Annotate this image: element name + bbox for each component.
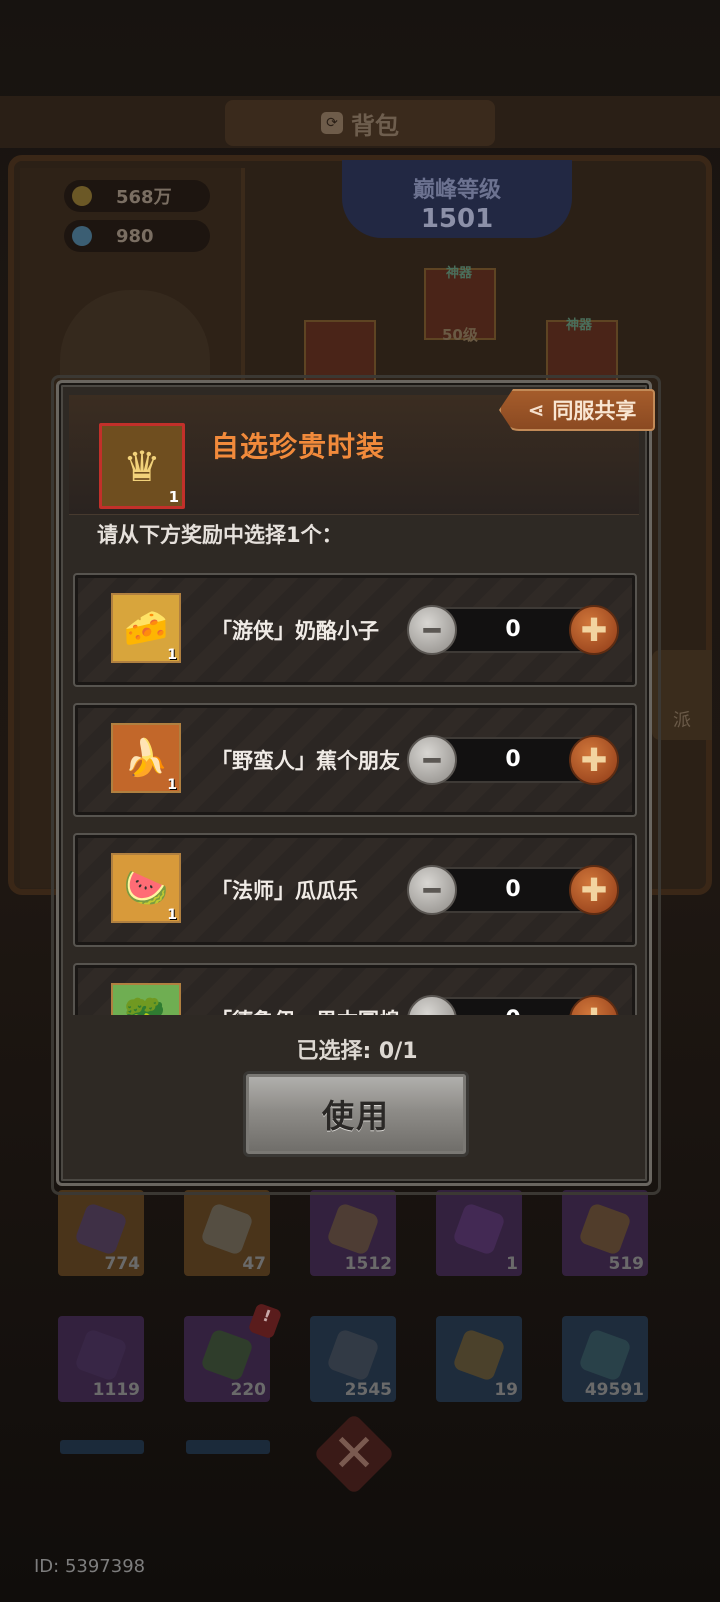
header-icon-qty: 1 — [168, 488, 179, 506]
decrease-button[interactable]: ━ — [407, 735, 457, 785]
reward-list[interactable]: 🧀 1 「游侠」奶酪小子 ━ 0 ✚ 🍌 1 「野蛮人」蕉个朋友 ━ 0 ✚ 🍉… — [69, 569, 641, 1015]
reward-name: 「德鲁伊」果本圆熄 — [211, 1005, 400, 1015]
inventory-slot: 1512 — [310, 1190, 396, 1276]
golden-crest-icon: ♛ 1 — [99, 423, 185, 509]
inventory-slot-partial — [186, 1440, 270, 1454]
increase-button[interactable]: ✚ — [569, 735, 619, 785]
inventory-slot: 2545 — [310, 1316, 396, 1402]
quantity-value: 0 — [505, 877, 521, 902]
share-label: 同服共享 — [552, 399, 637, 423]
background-close-button: ✕ — [312, 1412, 396, 1496]
watermelon-icon: 🍉 1 — [111, 853, 181, 923]
inventory-grid: 774 47 1512 1 519 1119 220! 2545 19 4959… — [58, 1190, 658, 1402]
quantity-stepper: ━ 0 ✚ — [407, 865, 619, 915]
share-icon: ⋖ — [527, 398, 545, 422]
inventory-slot: 47 — [184, 1190, 270, 1276]
side-tab: 派 — [652, 650, 712, 740]
decrease-button[interactable]: ━ — [407, 995, 457, 1015]
backpack-icon: ⟳ — [321, 112, 343, 134]
increase-button[interactable]: ✚ — [569, 995, 619, 1015]
diamond-value: 980 — [116, 225, 154, 247]
quantity-stepper: ━ 0 ✚ — [407, 995, 619, 1015]
reward-name: 「野蛮人」蕉个朋友 — [211, 749, 400, 773]
inventory-slot: 519 — [562, 1190, 648, 1276]
inventory-slot-partial — [60, 1440, 144, 1454]
decrease-button[interactable]: ━ — [407, 605, 457, 655]
inventory-slot: 774 — [58, 1190, 144, 1276]
quantity-value: 0 — [459, 1007, 567, 1015]
dialog-title: 自选珍贵时装 — [211, 430, 386, 463]
banana-friend-icon: 🍌 1 — [111, 723, 181, 793]
reward-row: 🍌 1 「野蛮人」蕉个朋友 ━ 0 ✚ — [73, 703, 637, 817]
reward-row: 🍉 1 「法师」瓜瓜乐 ━ 0 ✚ — [73, 833, 637, 947]
inventory-slot: 1 — [436, 1190, 522, 1276]
inventory-slot: 220! — [184, 1302, 283, 1402]
increase-button[interactable]: ✚ — [569, 865, 619, 915]
equipment-level: 50级 — [442, 326, 478, 344]
reward-name: 「法师」瓜瓜乐 — [211, 879, 358, 903]
instruction-text: 请从下方奖励中选择1个： — [97, 523, 343, 547]
inventory-slot: 49591 — [562, 1316, 648, 1402]
backpack-title-plaque: ⟳ 背包 — [225, 100, 495, 146]
user-id: ID: 5397398 — [34, 1556, 146, 1577]
diamond-icon — [72, 226, 92, 246]
use-button-label: 使用 — [321, 1097, 390, 1135]
selected-count: 已选择: 0/1 — [296, 1039, 418, 1064]
inventory-slot: 19 — [436, 1316, 522, 1402]
increase-button[interactable]: ✚ — [569, 605, 619, 655]
side-tab-label: 派 — [673, 710, 691, 731]
use-button[interactable]: 使用 — [243, 1071, 469, 1157]
broccoli-icon: 🥦 1 — [111, 983, 181, 1015]
decrease-button[interactable]: ━ — [407, 865, 457, 915]
reward-name: 「游侠」奶酪小子 — [211, 619, 379, 643]
quantity-value: 0 — [505, 617, 521, 642]
choose-reward-dialog: ♛ 1 自选珍贵时装 ⋖ 同服共享 请从下方奖励中选择1个： 🧀 1 「游侠」奶… — [51, 375, 661, 1195]
quantity-stepper: ━ 0 ✚ — [407, 735, 619, 785]
peak-level-badge: 巅峰等级 1501 — [342, 160, 572, 238]
quantity-value: 0 — [505, 747, 521, 772]
notification-badge: ! — [247, 1302, 283, 1340]
equipment-label-locked: 神器 — [566, 318, 593, 333]
gold-value: 568万 — [116, 187, 172, 208]
reward-row: 🧀 1 「游侠」奶酪小子 ━ 0 ✚ — [73, 573, 637, 687]
cheese-kid-icon: 🧀 1 — [111, 593, 181, 663]
gold-currency: 568万 — [64, 180, 210, 212]
peak-level-value: 1501 — [420, 204, 494, 234]
inventory-slot: 1119 — [58, 1316, 144, 1402]
peak-level-label: 巅峰等级 — [412, 178, 501, 203]
share-button[interactable]: ⋖ 同服共享 — [499, 389, 655, 431]
reward-row: 🥦 1 「德鲁伊」果本圆熄 ━ 0 ✚ — [73, 963, 637, 1015]
equipment-label: 神器 — [446, 266, 473, 281]
backpack-title: 背包 — [351, 111, 399, 140]
quantity-stepper: ━ 0 ✚ — [407, 605, 619, 655]
gold-coin-icon — [72, 186, 92, 206]
diamond-currency: 980 — [64, 220, 210, 252]
